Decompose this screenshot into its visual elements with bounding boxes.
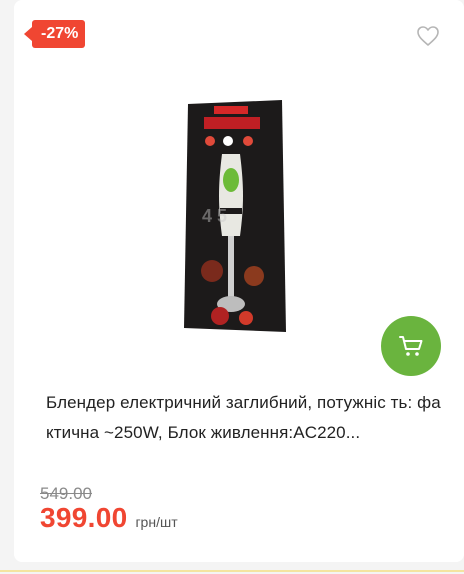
svg-text:4 5: 4 5 [202,206,227,226]
old-price: 549.00 [40,484,92,503]
add-to-cart-button[interactable] [381,316,441,376]
discount-badge: -27% [23,20,86,48]
product-title[interactable]: Блендер електричний заглибний, потужніс … [46,388,442,448]
product-image[interactable]: 4 5 [182,96,286,336]
cart-icon [399,336,423,356]
wishlist-button[interactable] [416,25,440,47]
current-price: 399.00 [40,502,128,533]
heart-icon [417,26,439,46]
divider [0,570,464,572]
price-unit: грн/шт [135,514,178,530]
price-row: 399.00 грн/шт [40,502,178,534]
